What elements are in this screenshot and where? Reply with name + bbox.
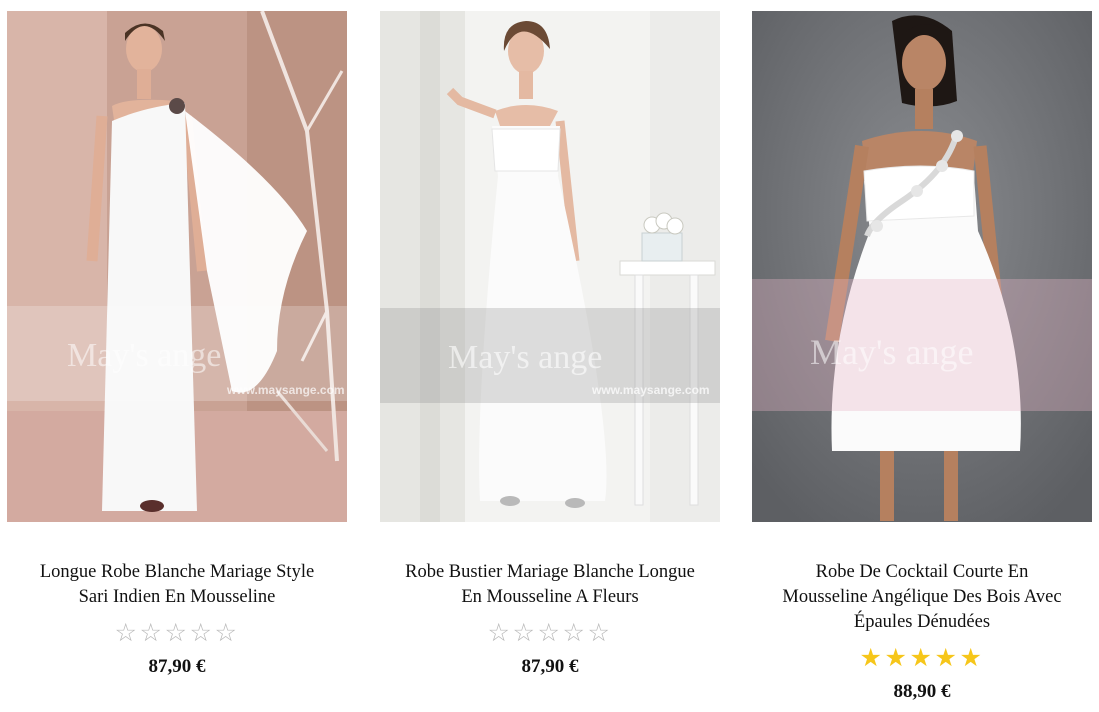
star-filled-icon: ★ <box>859 645 885 672</box>
product-image-link[interactable]: May's ange <box>752 11 1092 522</box>
watermark-brand: May's ange <box>448 339 602 376</box>
star-empty-icon: ☆ <box>512 620 538 647</box>
star-empty-icon: ☆ <box>114 620 140 647</box>
product-title-line: Robe Bustier Mariage Blanche Longue <box>405 562 695 582</box>
product-price: 88,90 € <box>893 681 951 702</box>
product-card: May's ange Robe De Cocktail Courte En Mo… <box>752 11 1092 703</box>
product-photo: May's ange www.maysange.com <box>7 11 347 522</box>
watermark-url: www.maysange.com <box>226 383 345 397</box>
star-empty-icon: ☆ <box>587 620 613 647</box>
product-title[interactable]: Robe Bustier Mariage Blanche Longue En M… <box>380 560 720 610</box>
product-title-line: Robe De Cocktail Courte En <box>815 562 1029 582</box>
star-empty-icon: ☆ <box>164 620 190 647</box>
star-filled-icon: ★ <box>909 645 935 672</box>
product-card: May's ange www.maysange.com Longue Robe … <box>7 11 347 678</box>
product-title[interactable]: Robe De Cocktail Courte En Mousseline An… <box>752 560 1092 635</box>
product-photo: May's ange www.maysange.com <box>380 11 720 522</box>
product-image-link[interactable]: May's ange www.maysange.com <box>380 11 720 522</box>
star-empty-icon: ☆ <box>189 620 215 647</box>
product-title-line: En Mousseline A Fleurs <box>461 587 639 607</box>
product-title-line: Longue Robe Blanche Mariage Style <box>39 562 315 582</box>
product-card: May's ange www.maysange.com Robe Bustier… <box>380 11 720 678</box>
star-empty-icon: ☆ <box>562 620 588 647</box>
watermark-url: www.maysange.com <box>591 383 710 397</box>
rating-stars: ★★★★★ <box>752 645 1092 673</box>
watermark-brand: May's ange <box>67 337 221 374</box>
star-empty-icon: ☆ <box>139 620 165 647</box>
watermark-brand: May's ange <box>810 332 973 372</box>
product-title-line: Mousseline Angélique Des Bois Avec <box>782 587 1062 607</box>
product-grid: May's ange www.maysange.com Longue Robe … <box>0 0 1099 712</box>
product-title-line: Sari Indien En Mousseline <box>78 587 276 607</box>
rating-stars: ☆☆☆☆☆ <box>7 620 347 648</box>
star-empty-icon: ☆ <box>537 620 563 647</box>
product-photo: May's ange <box>752 11 1092 522</box>
product-price: 87,90 € <box>148 656 206 677</box>
product-price: 87,90 € <box>521 656 579 677</box>
star-filled-icon: ★ <box>934 645 960 672</box>
star-filled-icon: ★ <box>959 645 985 672</box>
star-empty-icon: ☆ <box>487 620 513 647</box>
rating-stars: ☆☆☆☆☆ <box>380 620 720 648</box>
product-image-link[interactable]: May's ange www.maysange.com <box>7 11 347 522</box>
star-filled-icon: ★ <box>884 645 910 672</box>
product-title-line: Épaules Dénudées <box>853 612 991 632</box>
star-empty-icon: ☆ <box>214 620 240 647</box>
product-title[interactable]: Longue Robe Blanche Mariage Style Sari I… <box>7 560 347 610</box>
